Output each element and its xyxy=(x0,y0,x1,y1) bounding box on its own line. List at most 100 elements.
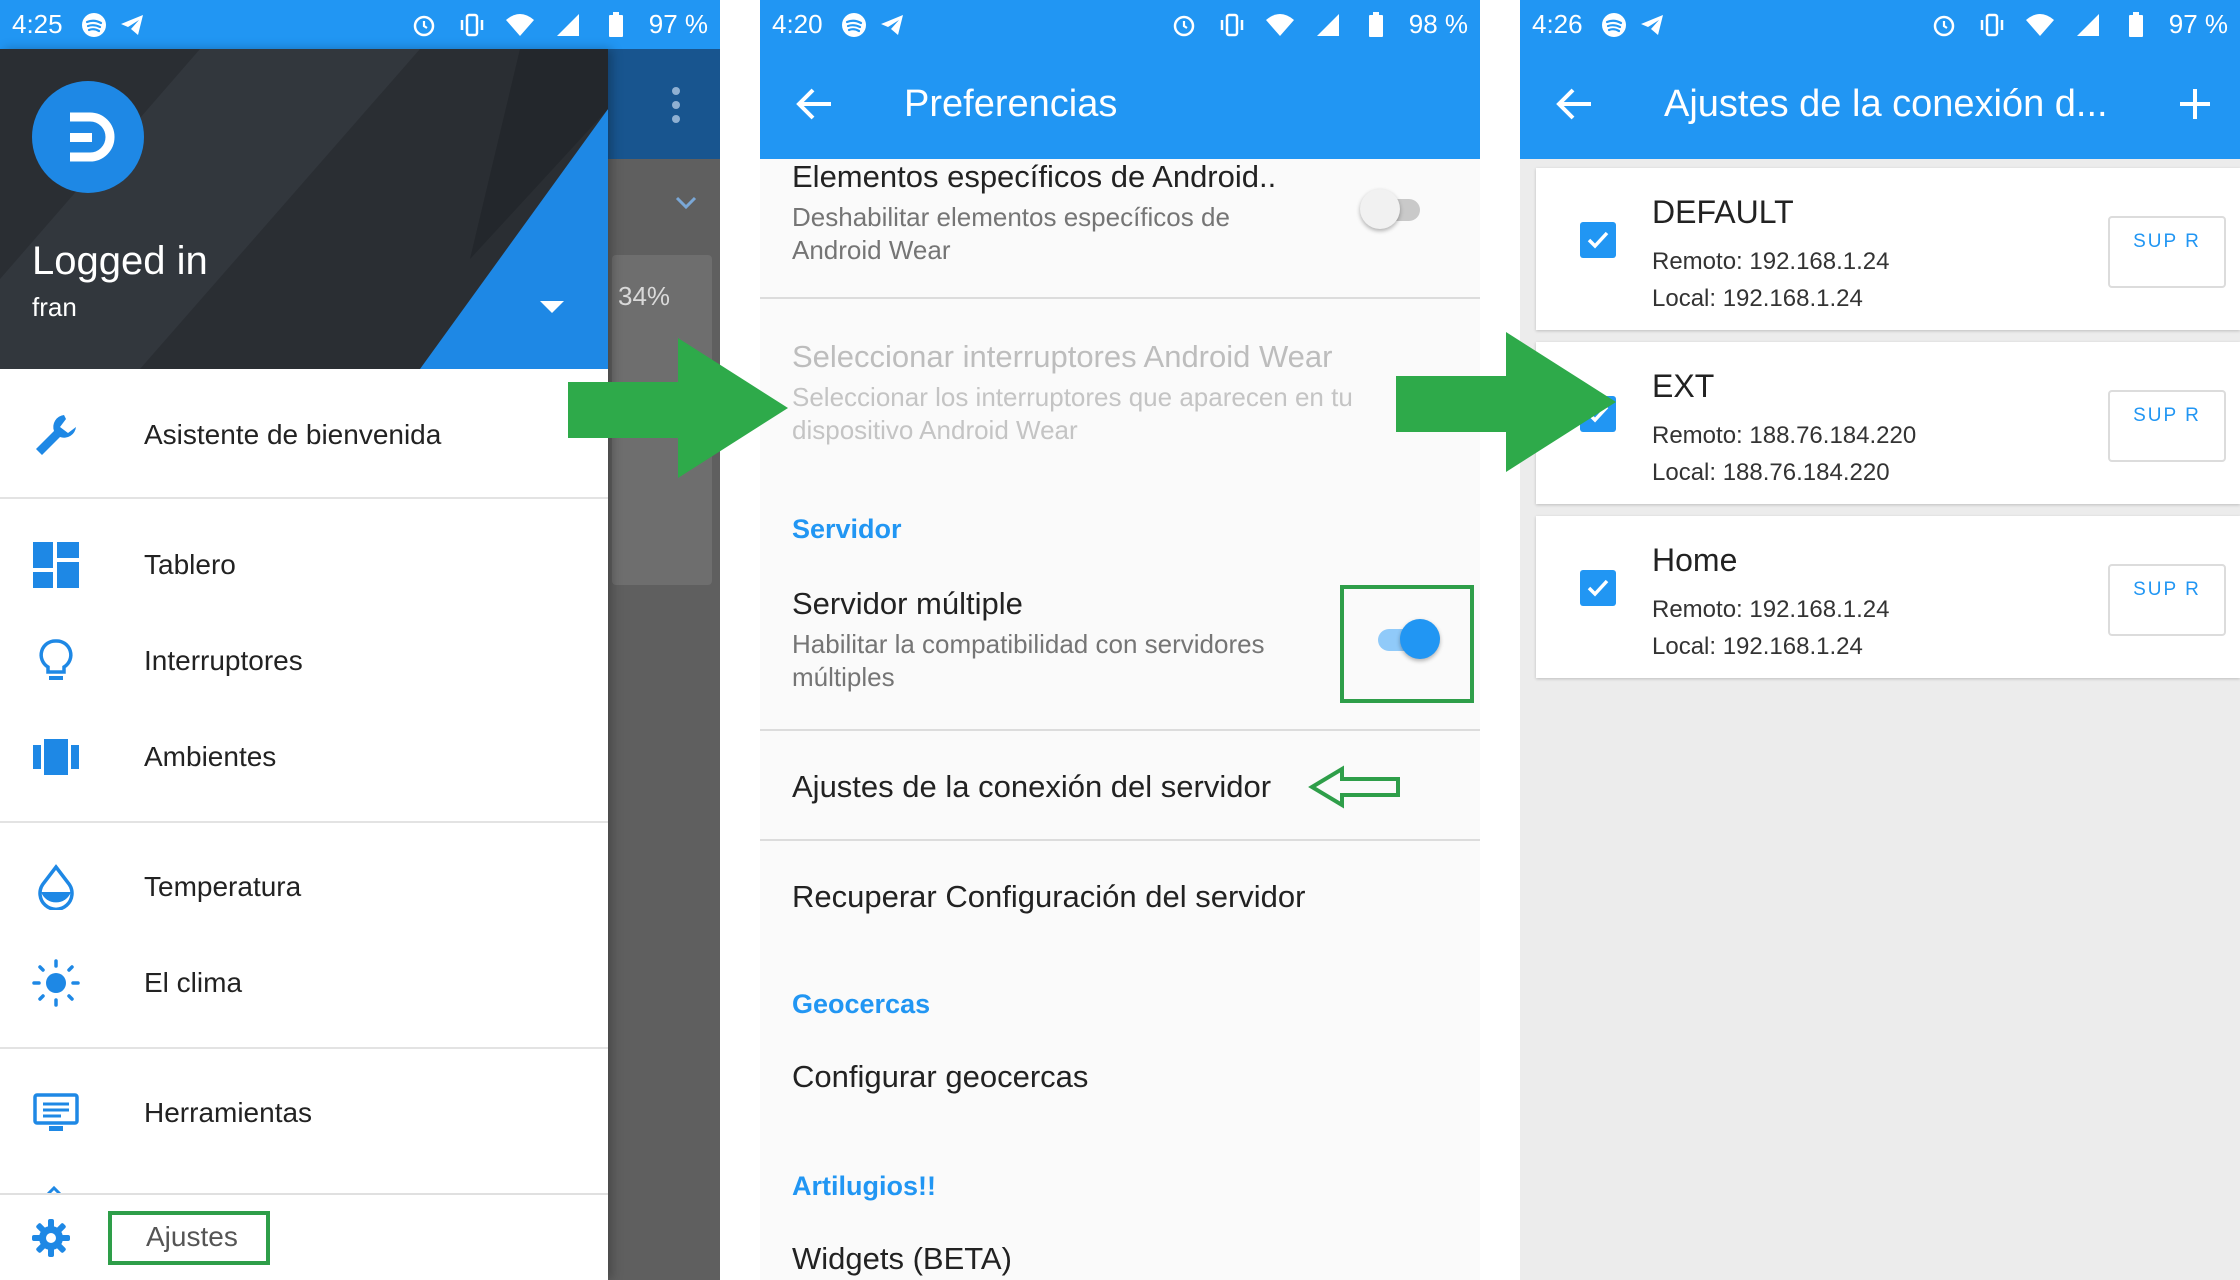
navigation-drawer: Logged in fran Asistente de bienvenida T… xyxy=(0,49,608,1280)
checkbox-checked-icon[interactable] xyxy=(1580,222,1616,258)
signal-icon xyxy=(2073,10,2103,40)
server-card-ext[interactable]: EXT Remoto: 188.76.184.220 Local: 188.76… xyxy=(1536,342,2240,504)
pref-title: Servidor múltiple xyxy=(792,586,1023,621)
server-connections-screen: 4:26 97 % Ajustes de la conexión d... DE… xyxy=(1520,0,2240,1280)
panel-gap xyxy=(720,0,760,1280)
status-bar: 4:26 97 % xyxy=(1520,0,2240,49)
green-arrow-annotation-1 xyxy=(568,338,788,478)
account-user: fran xyxy=(32,292,77,322)
server-card-default[interactable]: DEFAULT Remoto: 192.168.1.24 Local: 192.… xyxy=(1536,168,2240,330)
nav-item-scenes[interactable]: Ambientes xyxy=(0,709,608,805)
back-arrow-icon[interactable] xyxy=(1520,49,1630,159)
nav-item-label: Interruptores xyxy=(144,645,303,676)
pref-summary: Deshabilitar elementos específicos de An… xyxy=(792,202,1230,265)
vibrate-icon xyxy=(1217,10,1247,40)
settings-highlight-label: Ajustes xyxy=(108,1210,270,1265)
nav-item-tools[interactable]: Herramientas xyxy=(0,1065,608,1161)
server-remote: Remoto: 192.168.1.24 xyxy=(1652,248,1890,275)
nav-item-label: Ambientes xyxy=(144,741,277,772)
drop-icon xyxy=(0,839,110,935)
server-name: Home xyxy=(1652,542,1738,578)
lightbulb-icon xyxy=(0,613,110,709)
pref-multi-server[interactable]: Servidor múltiple Habilitar la compatibi… xyxy=(792,586,1432,694)
toolbar: Ajustes de la conexión d... xyxy=(1520,49,2240,159)
battery-icon xyxy=(2121,10,2151,40)
server-local: Local: 192.168.1.24 xyxy=(1652,285,1863,312)
toolbar: Preferencias xyxy=(760,49,1480,159)
green-arrow-annotation-2 xyxy=(1396,332,1616,472)
nav-item-weather[interactable]: El clima xyxy=(0,935,608,1031)
panel-gap xyxy=(1480,0,1520,1280)
nav-item-label: Herramientas xyxy=(144,1097,313,1128)
spotify-icon xyxy=(839,10,869,40)
nav-item-label: Asistente de bienvenida xyxy=(144,419,442,450)
pref-geofences[interactable]: Configurar geocercas xyxy=(792,1059,1432,1129)
nav-item-label: Temperatura xyxy=(144,871,302,902)
nav-item-temperature[interactable]: Temperatura xyxy=(0,839,608,935)
pref-title: Recuperar Configuración del servidor xyxy=(792,879,1306,914)
sun-icon xyxy=(0,935,110,1031)
pref-summary: Habilitar la compatibilidad con servidor… xyxy=(792,629,1265,692)
battery-level: 97 % xyxy=(648,9,708,39)
divider xyxy=(0,821,608,823)
spotify-icon xyxy=(1599,10,1629,40)
signal-icon xyxy=(553,10,583,40)
nav-item-welcome[interactable]: Asistente de bienvenida xyxy=(0,387,608,483)
delete-server-button[interactable]: SUP R xyxy=(2108,216,2226,288)
checkbox-checked-icon[interactable] xyxy=(1580,570,1616,606)
scenes-icon xyxy=(0,709,110,805)
delete-server-button[interactable]: SUP R xyxy=(2108,564,2226,636)
telegram-icon xyxy=(877,10,907,40)
back-arrow-icon[interactable] xyxy=(760,49,870,159)
wrench-icon xyxy=(0,387,110,483)
drawer-header[interactable]: Logged in fran xyxy=(0,49,608,369)
vibrate-icon xyxy=(457,10,487,40)
pref-widgets[interactable]: Widgets (BETA) xyxy=(792,1241,1432,1280)
nav-item-label: Tablero xyxy=(144,549,236,580)
telegram-icon xyxy=(117,10,147,40)
battery-icon xyxy=(601,10,631,40)
category-gadgets: Artilugios!! xyxy=(792,1171,936,1201)
pref-title: Seleccionar interruptores Android Wear xyxy=(792,339,1333,374)
delete-server-button[interactable]: SUP R xyxy=(2108,390,2226,462)
pref-summary: Seleccionar los interruptores que aparec… xyxy=(792,382,1353,445)
app-bar-behind xyxy=(608,49,720,159)
spotify-icon xyxy=(79,10,109,40)
multi-server-switch[interactable] xyxy=(1374,619,1440,659)
percent-behind: 34% xyxy=(618,281,671,311)
server-local: Local: 192.168.1.24 xyxy=(1652,633,1863,660)
chevron-down-icon xyxy=(674,195,698,216)
nav-item-dashboard[interactable]: Tablero xyxy=(0,517,608,613)
status-bar: 4:25 97 % xyxy=(0,0,720,49)
pref-android-wear[interactable]: Elementos específicos de Android.. Desha… xyxy=(792,159,1432,267)
server-card-home[interactable]: Home Remoto: 192.168.1.24 Local: 192.168… xyxy=(1536,516,2240,678)
pref-recover-config[interactable]: Recuperar Configuración del servidor xyxy=(792,879,1432,949)
wifi-icon xyxy=(2025,10,2055,40)
battery-level: 98 % xyxy=(1408,9,1468,39)
drawer-screen: 4:25 97 % 34% Logged in fran Asistente d… xyxy=(0,0,720,1280)
dashboard-icon xyxy=(0,517,110,613)
telegram-icon xyxy=(1637,10,1667,40)
add-server-icon[interactable] xyxy=(2150,49,2240,159)
wifi-icon xyxy=(505,10,535,40)
status-time: 4:20 xyxy=(772,9,823,39)
tools-icon xyxy=(0,1065,110,1161)
battery-icon xyxy=(1361,10,1391,40)
nav-item-switches[interactable]: Interruptores xyxy=(0,613,608,709)
nav-item-settings[interactable]: Ajustes xyxy=(0,1193,608,1280)
nav-item-label: El clima xyxy=(144,967,243,998)
preferences-screen: 4:20 98 % Preferencias Elementos específ… xyxy=(760,0,1480,1280)
hollow-arrow-annotation xyxy=(1308,765,1400,809)
server-name: EXT xyxy=(1652,368,1715,404)
android-wear-switch[interactable] xyxy=(1360,189,1424,229)
signal-icon xyxy=(1313,10,1343,40)
page-title: Ajustes de la conexión d... xyxy=(1664,82,2108,125)
pref-title: Widgets (BETA) xyxy=(792,1241,1012,1276)
vibrate-icon xyxy=(1977,10,2007,40)
server-remote: Remoto: 192.168.1.24 xyxy=(1652,596,1890,623)
account-dropdown-icon[interactable] xyxy=(540,301,564,313)
gear-icon xyxy=(0,1218,102,1258)
wifi-icon xyxy=(1265,10,1295,40)
app-behind-scrim[interactable]: 34% xyxy=(608,49,720,1280)
page-title: Preferencias xyxy=(904,82,1118,125)
